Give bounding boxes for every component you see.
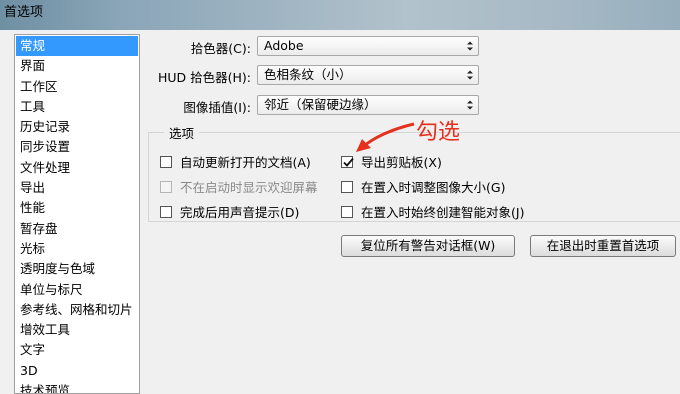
annotation-text: 勾选 xyxy=(416,120,461,145)
auto-update-checkbox[interactable]: 自动更新打开的文档(A) xyxy=(160,152,311,171)
sidebar-item-workspace[interactable]: 工作区 xyxy=(15,77,139,97)
beep-when-done-checkbox[interactable]: 完成后用声音提示(D) xyxy=(160,202,299,221)
hud-picker-value: 色相条纹（小） xyxy=(264,67,352,82)
checkbox-box[interactable] xyxy=(160,205,172,218)
sidebar-item-scratch-disks[interactable]: 暂存盘 xyxy=(15,219,139,239)
hud-picker-select[interactable]: 色相条纹（小） xyxy=(257,65,479,85)
reset-warnings-button[interactable]: 复位所有警告对话框(W) xyxy=(341,235,515,257)
sidebar-item-interface[interactable]: 界面 xyxy=(15,56,139,76)
sidebar-item-guides-grid-slices[interactable]: 参考线、网格和切片 xyxy=(15,300,139,320)
export-clipboard-label: 导出剪贴板(X) xyxy=(361,155,442,170)
hide-welcome-checkbox: 不在启动时显示欢迎屏幕 xyxy=(160,177,318,196)
options-group-label: 选项 xyxy=(164,123,200,142)
checkbox-box[interactable] xyxy=(160,155,172,168)
sidebar-item-cursors[interactable]: 光标 xyxy=(15,239,139,259)
sidebar-item-3d[interactable]: 3D xyxy=(15,361,139,381)
hide-welcome-label: 不在启动时显示欢迎屏幕 xyxy=(180,180,318,195)
dropdown-arrows-icon xyxy=(467,41,473,51)
export-clipboard-checkbox[interactable]: 导出剪贴板(X) xyxy=(341,152,442,171)
sidebar-item-general[interactable]: 常规 xyxy=(16,36,138,57)
window-title: 首选项 xyxy=(4,5,44,20)
color-picker-value: Adobe xyxy=(264,38,304,53)
checkbox-box[interactable] xyxy=(341,180,353,193)
auto-update-label: 自动更新打开的文档(A) xyxy=(180,155,311,170)
annotation-arrow-icon xyxy=(356,122,415,152)
beep-label: 完成后用声音提示(D) xyxy=(180,205,300,220)
interpolation-label: 图像插值(I): xyxy=(183,100,251,115)
sidebar-item-plugins[interactable]: 增效工具 xyxy=(15,320,139,340)
smart-object-checkbox[interactable]: 在置入时始终创建智能对象(J) xyxy=(341,202,524,221)
hud-picker-label: HUD 拾色器(H): xyxy=(158,70,252,85)
checkmark-icon xyxy=(343,157,354,167)
preferences-sidebar: 常规 界面 工作区 工具 历史记录 同步设置 文件处理 导出 性能 暂存盘 光标… xyxy=(14,34,140,394)
smart-object-label: 在置入时始终创建智能对象(J) xyxy=(361,205,525,220)
sidebar-item-performance[interactable]: 性能 xyxy=(15,198,139,218)
resize-on-place-checkbox[interactable]: 在置入时调整图像大小(G) xyxy=(341,177,505,196)
color-picker-select[interactable]: Adobe xyxy=(257,36,479,56)
sidebar-item-type[interactable]: 文字 xyxy=(15,340,139,360)
sidebar-item-technology-previews[interactable]: 技术预览 xyxy=(15,381,139,393)
sidebar-item-sync-settings[interactable]: 同步设置 xyxy=(15,137,139,157)
checkbox-box xyxy=(160,180,172,193)
sidebar-item-transparency-gamut[interactable]: 透明度与色域 xyxy=(15,259,139,279)
resize-on-place-label: 在置入时调整图像大小(G) xyxy=(361,180,506,195)
sidebar-item-units-rulers[interactable]: 单位与标尺 xyxy=(15,280,139,300)
title-bar: 首选项 xyxy=(0,0,680,30)
sidebar-item-file-handling[interactable]: 文件处理 xyxy=(15,158,139,178)
sidebar-item-tools[interactable]: 工具 xyxy=(15,97,139,117)
checkbox-box[interactable] xyxy=(341,205,353,218)
interpolation-select[interactable]: 邻近（保留硬边缘） xyxy=(257,95,479,115)
interpolation-value: 邻近（保留硬边缘） xyxy=(264,97,377,112)
dropdown-arrows-icon xyxy=(467,100,473,110)
reset-prefs-on-quit-button[interactable]: 在退出时重置首选项 xyxy=(530,235,676,257)
dropdown-arrows-icon xyxy=(467,70,473,80)
sidebar-item-export[interactable]: 导出 xyxy=(15,178,139,198)
sidebar-item-history-log[interactable]: 历史记录 xyxy=(15,117,139,137)
color-picker-label: 拾色器(C): xyxy=(190,41,251,56)
checkbox-box[interactable] xyxy=(341,155,354,168)
